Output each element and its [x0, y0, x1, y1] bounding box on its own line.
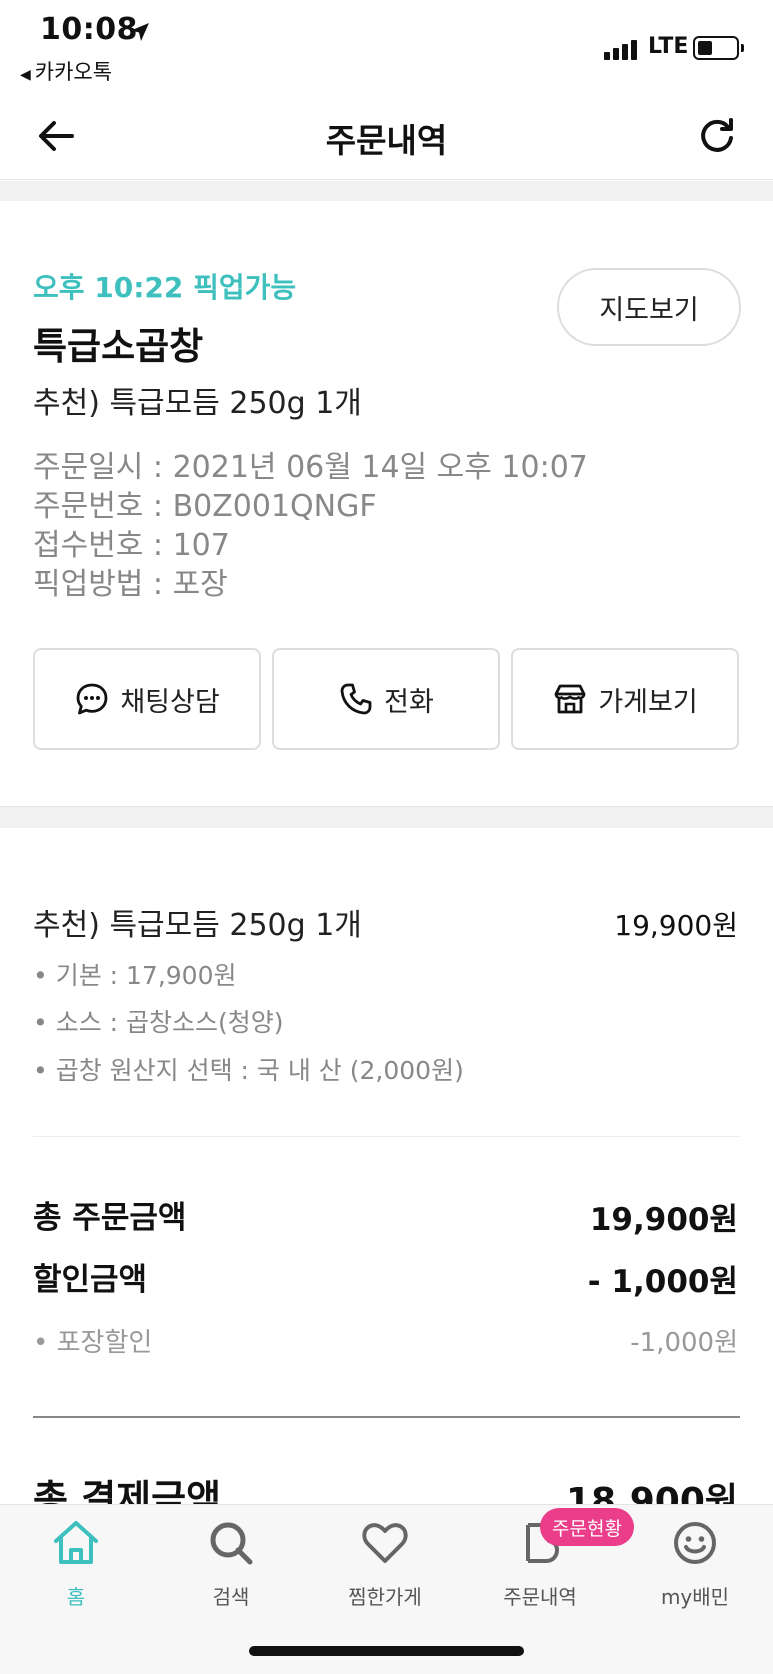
section-gap	[0, 806, 773, 828]
tab-my[interactable]: my배민	[635, 1517, 755, 1627]
location-arrow-icon	[131, 23, 149, 41]
chat-bubble-icon	[76, 683, 108, 715]
total-order-label: 총 주문금액	[33, 1200, 187, 1236]
item-price: 19,900원	[614, 909, 738, 942]
store-name: 특급소곱창	[33, 325, 204, 368]
search-icon	[210, 1522, 253, 1565]
chat-button[interactable]: 채팅상담	[33, 648, 261, 750]
item-title: 추천) 특급모듬 250g 1개	[33, 908, 362, 943]
tab-my-label: my배민	[660, 1585, 730, 1609]
app-header: 주문내역	[0, 92, 773, 180]
call-button-label: 전화	[384, 686, 434, 718]
option-origin: • 곱창 원산지 선택 : 국 내 산 (2,000원)	[33, 1056, 464, 1085]
network-label: LTE	[648, 34, 689, 59]
chat-button-label: 채팅상담	[120, 686, 220, 718]
order-datetime: 주문일시 : 2021년 06월 14일 오후 10:07	[33, 450, 588, 485]
status-time: 10:08	[40, 12, 138, 47]
discount-value: - 1,000원	[587, 1264, 738, 1300]
back-app-label: 카카오톡	[34, 60, 113, 84]
discount-detail-value: -1,000원	[630, 1328, 738, 1358]
view-store-button-label: 가게보기	[598, 686, 698, 718]
pickup-method: 픽업방법 : 포장	[33, 567, 228, 602]
tab-search-label: 검색	[212, 1585, 250, 1609]
menu-summary: 추천) 특급모듬 250g 1개	[33, 386, 362, 421]
tab-home-label: 홈	[66, 1585, 86, 1609]
store-icon	[554, 684, 586, 714]
smiley-icon	[674, 1522, 716, 1564]
pickup-time: 오후 10:22 픽업가능	[33, 271, 297, 304]
call-button[interactable]: 전화	[272, 648, 500, 750]
option-sauce: • 소스 : 곱창소스(청양)	[33, 1008, 284, 1037]
tab-search[interactable]: 검색	[171, 1517, 291, 1627]
tab-home[interactable]: 홈	[16, 1517, 136, 1627]
option-base: • 기본 : 17,900원	[33, 961, 237, 990]
tab-orders-label: 주문내역	[503, 1585, 577, 1609]
status-bar: 10:08 ◀ 카카오톡 LTE	[0, 0, 773, 92]
refresh-icon[interactable]	[695, 114, 739, 158]
tab-favorites-label: 찜한가게	[348, 1585, 422, 1609]
heart-icon	[362, 1523, 408, 1563]
divider	[33, 1136, 740, 1137]
battery-icon	[693, 36, 744, 60]
order-info-list: 주문일시 : 2021년 06월 14일 오후 10:07 주문번호 : B0Z…	[33, 448, 588, 604]
discount-label: 할인금액	[33, 1262, 148, 1298]
discount-detail-label: • 포장할인	[33, 1328, 153, 1358]
section-gap	[0, 181, 773, 201]
signal-icon	[604, 38, 644, 60]
home-icon	[54, 1521, 98, 1564]
order-status-badge: 주문현황	[540, 1508, 634, 1546]
map-button[interactable]: 지도보기	[557, 268, 741, 346]
page-title: 주문내역	[325, 121, 448, 160]
home-indicator	[249, 1646, 524, 1656]
back-to-app-link[interactable]: ◀ 카카오톡	[20, 56, 112, 86]
phone-icon	[340, 683, 372, 715]
receipt-number: 접수번호 : 107	[33, 528, 230, 563]
total-order-value: 19,900원	[589, 1202, 738, 1238]
order-number: 주문번호 : B0Z001QNGF	[33, 489, 377, 524]
divider	[33, 1416, 740, 1418]
tab-favorites[interactable]: 찜한가게	[325, 1517, 445, 1627]
back-triangle-icon: ◀	[20, 67, 31, 83]
view-store-button[interactable]: 가게보기	[511, 648, 739, 750]
